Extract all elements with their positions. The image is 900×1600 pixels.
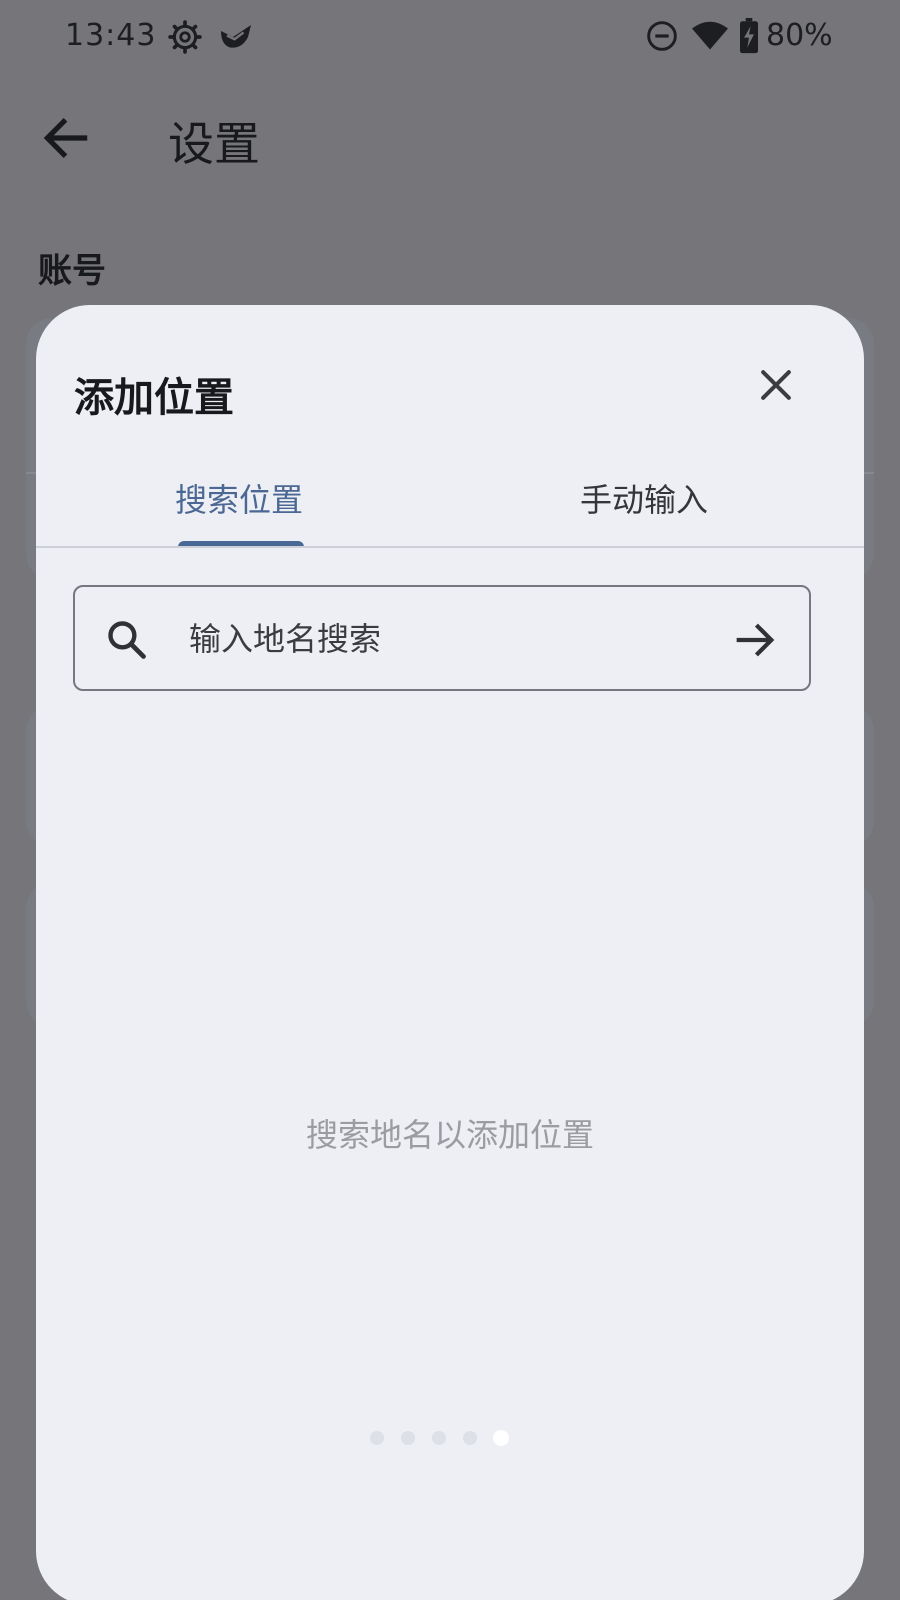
gear-icon: [168, 20, 202, 54]
sheet-title: 添加位置: [74, 375, 234, 421]
close-icon[interactable]: [754, 363, 798, 407]
search-input[interactable]: [189, 611, 709, 667]
add-location-sheet: 添加位置 搜索位置 手动输入 搜索地名以添加位置: [36, 305, 864, 1600]
battery-percentage: 80%: [766, 18, 833, 53]
arrow-forward-icon[interactable]: [733, 617, 779, 663]
arrow-back-icon[interactable]: [38, 110, 94, 166]
do-not-disturb-icon: [647, 21, 677, 51]
page-indicator: [370, 1427, 520, 1447]
tab-search-location[interactable]: 搜索位置: [174, 475, 304, 521]
tab-manual-input[interactable]: 手动输入: [578, 475, 710, 521]
search-box[interactable]: [73, 585, 811, 691]
tabs-divider: [36, 546, 864, 548]
app-bar: 设置: [0, 90, 900, 190]
page-dot: [432, 1431, 446, 1445]
empty-state-message: 搜索地名以添加位置: [305, 1116, 594, 1154]
battery-charging-icon: [740, 18, 758, 54]
page-dot: [463, 1431, 477, 1445]
wifi-icon: [692, 21, 728, 50]
status-bar: 13:43 80%: [0, 0, 900, 72]
page-dot-active: [493, 1430, 509, 1446]
app-notification-icon: [221, 25, 251, 48]
page-title: 设置: [168, 117, 260, 171]
search-icon: [108, 621, 146, 659]
status-time: 13:43: [65, 18, 157, 53]
page-dot: [401, 1431, 415, 1445]
page-dot: [370, 1431, 384, 1445]
section-header-account: 账号: [38, 251, 106, 291]
